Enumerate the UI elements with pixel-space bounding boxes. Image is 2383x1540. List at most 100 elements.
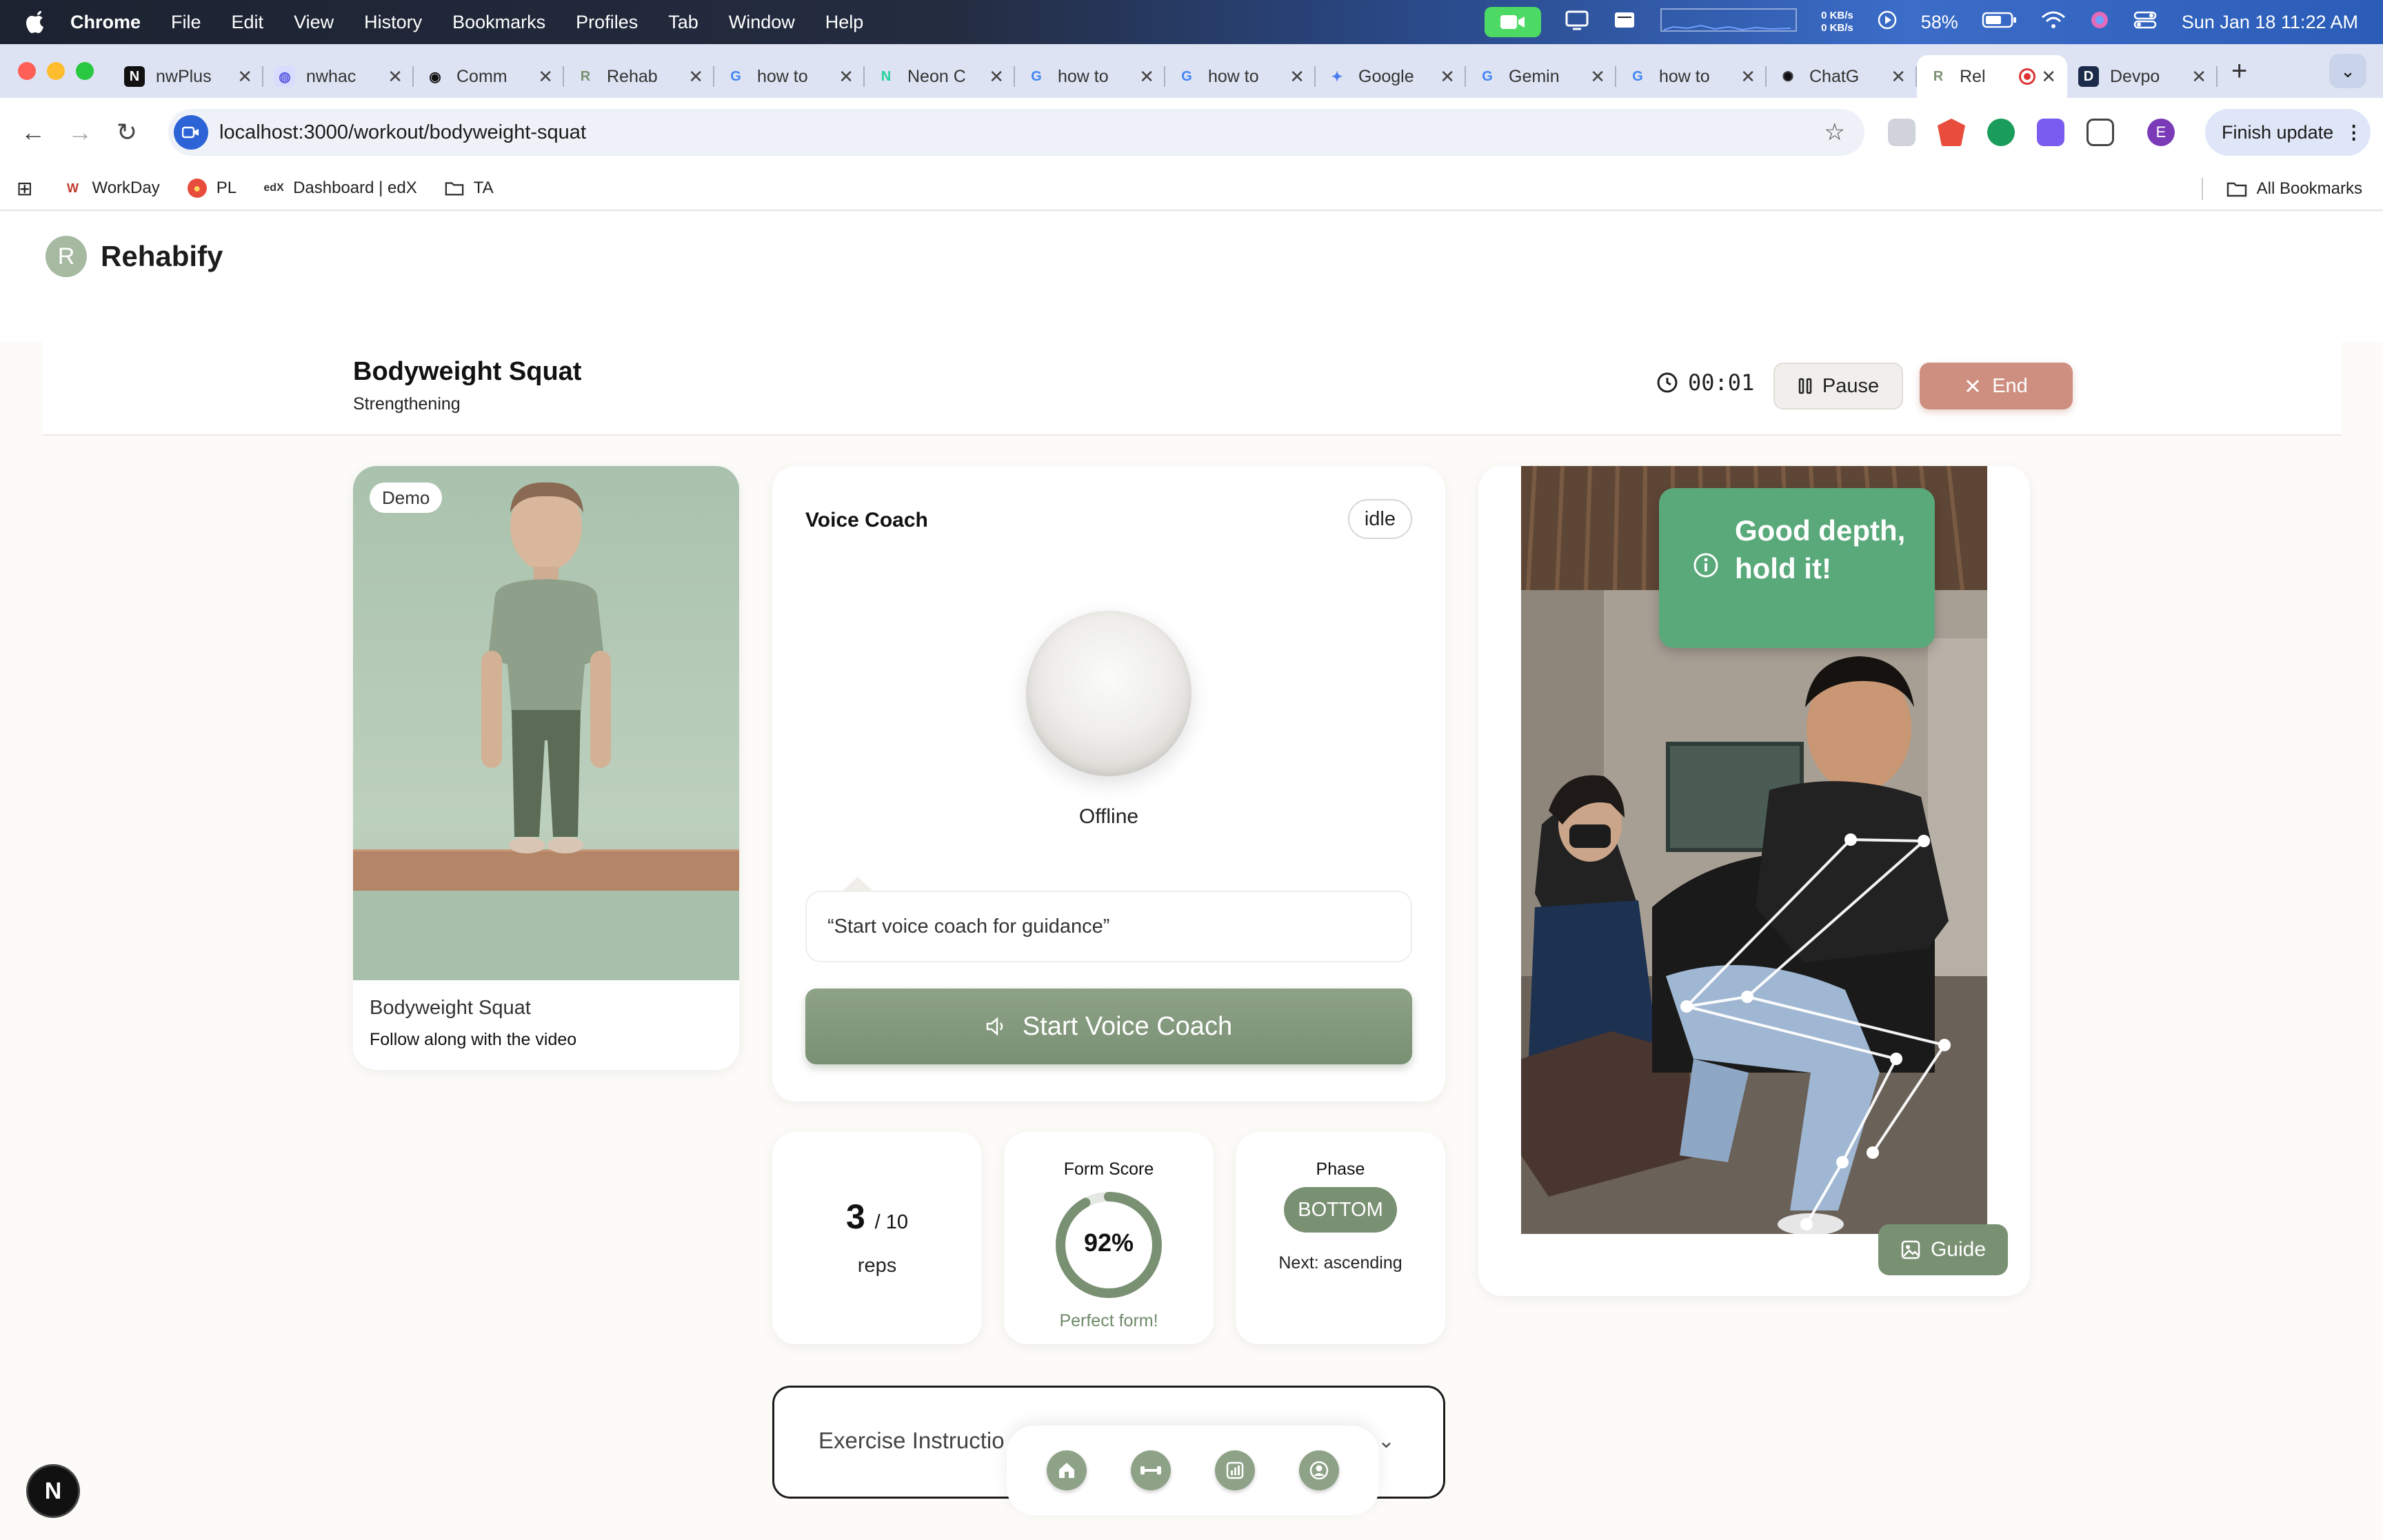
profile-icon[interactable]	[1299, 1450, 1339, 1490]
app-logo[interactable]: R Rehabify	[46, 236, 223, 277]
close-tab-icon[interactable]: ✕	[1891, 66, 1906, 88]
nextjs-dev-badge[interactable]: N	[26, 1464, 80, 1518]
profile-avatar[interactable]: E	[2147, 119, 2175, 146]
demo-video-card[interactable]: Demo Bodyweight Squat Follow along with …	[353, 466, 739, 1070]
puzzle-extensions-icon[interactable]	[2087, 119, 2114, 146]
form-score-card: Form Score 92% Perfect form!	[1004, 1132, 1214, 1344]
wifi-icon[interactable]	[2041, 10, 2066, 34]
menu-view[interactable]: View	[294, 12, 334, 33]
menu-history[interactable]: History	[364, 12, 422, 33]
close-tab-icon[interactable]: ✕	[1289, 66, 1305, 88]
menu-help[interactable]: Help	[825, 12, 864, 33]
menubar-clock[interactable]: Sun Jan 18 11:22 AM	[2182, 12, 2358, 33]
close-tab-icon[interactable]: ✕	[838, 66, 854, 88]
menu-app-name[interactable]: Chrome	[70, 12, 141, 33]
browser-tab[interactable]: Ghow to ✕	[1616, 55, 1767, 98]
close-tab-icon[interactable]: ✕	[688, 66, 703, 88]
net-down-value: 0 KB/s	[1821, 22, 1853, 34]
camera-indicator-icon[interactable]	[1485, 7, 1542, 37]
browser-tab[interactable]: N Neon C ✕	[865, 55, 1015, 98]
close-tab-icon[interactable]: ✕	[1740, 66, 1756, 88]
close-tab-icon[interactable]: ✕	[538, 66, 553, 88]
screen-mirror-icon[interactable]	[1565, 10, 1589, 35]
close-tab-icon[interactable]: ✕	[1139, 66, 1154, 88]
menu-edit[interactable]: Edit	[232, 12, 264, 33]
finish-update-button[interactable]: Finish update ⋮	[2205, 109, 2371, 156]
close-tab-icon[interactable]: ✕	[388, 66, 403, 88]
form-feedback-text: Good depth, hold it!	[1735, 514, 1906, 585]
menu-tab[interactable]: Tab	[668, 12, 698, 33]
browser-tab[interactable]: G Gemin ✕	[1466, 55, 1616, 98]
browser-tab[interactable]: ✺ ChatG ✕	[1767, 55, 1917, 98]
workout-category: Strengthening	[353, 394, 461, 414]
brave-shield-icon[interactable]	[1938, 119, 1965, 146]
browser-tab[interactable]: NnwPlus ✕	[113, 55, 263, 98]
close-tab-icon[interactable]: ✕	[2041, 66, 2056, 88]
more-menu-icon[interactable]: ⋮	[2344, 122, 2363, 143]
tab-search-icon[interactable]: ⌄	[2329, 54, 2366, 88]
control-center-icon[interactable]	[2133, 10, 2158, 34]
new-tab-button[interactable]: +	[2231, 56, 2247, 87]
menu-bookmarks[interactable]: Bookmarks	[452, 12, 545, 33]
reload-icon[interactable]: ↻	[113, 118, 141, 146]
menu-window[interactable]: Window	[729, 12, 795, 33]
end-button[interactable]: End	[1920, 363, 2073, 409]
apps-grid-icon[interactable]: ⊞	[17, 177, 32, 200]
forward-icon[interactable]: →	[66, 118, 94, 146]
voice-orb-label: Offline	[1078, 805, 1139, 828]
browser-tab[interactable]: ◍ nwhac ✕	[263, 55, 414, 98]
minimize-window-button[interactable]	[47, 62, 65, 80]
dumbbell-icon[interactable]	[1131, 1450, 1171, 1490]
pause-button[interactable]: Pause	[1773, 363, 1903, 409]
url-text[interactable]: localhost:3000/workout/bodyweight-squat	[219, 121, 586, 144]
browser-tab[interactable]: ◉ Comm ✕	[414, 55, 564, 98]
play-icon[interactable]	[1877, 10, 1898, 35]
address-bar[interactable]: localhost:3000/workout/bodyweight-squat …	[168, 109, 1864, 156]
form-score-value: 92%	[1083, 1228, 1134, 1257]
extension-p-icon[interactable]	[2037, 119, 2064, 146]
bookmark-label: WorkDay	[92, 179, 160, 197]
close-tab-icon[interactable]: ✕	[989, 66, 1004, 88]
voice-status-badge: idle	[1347, 499, 1412, 539]
menu-profiles[interactable]: Profiles	[576, 12, 638, 33]
close-tab-icon[interactable]: ✕	[2191, 66, 2206, 88]
siri-icon[interactable]	[2089, 10, 2110, 35]
bookmark-pl[interactable]: ● PL	[187, 179, 237, 198]
battery-icon[interactable]	[1982, 11, 2018, 34]
bookmark-star-icon[interactable]: ☆	[1824, 119, 1845, 146]
voice-orb[interactable]	[1026, 611, 1192, 776]
browser-tab[interactable]: Ghow to ✕	[714, 55, 865, 98]
bookmark-edx[interactable]: edX Dashboard | edX	[263, 179, 416, 198]
cpu-graph-icon[interactable]	[1660, 6, 1798, 39]
extension-icon[interactable]	[1888, 119, 1916, 146]
browser-tab[interactable]: R Rehab ✕	[564, 55, 714, 98]
browser-tab[interactable]: Ghow to ✕	[1165, 55, 1316, 98]
browser-tab[interactable]: D Devpo ✕	[2067, 55, 2218, 98]
network-speed: 0 KB/s 0 KB/s	[1821, 10, 1853, 34]
info-icon	[1693, 553, 1718, 578]
guide-button[interactable]: Guide	[1878, 1224, 2008, 1275]
bookmark-folder-ta[interactable]: TA	[445, 179, 494, 198]
clipboard-icon[interactable]	[1613, 10, 1636, 35]
close-tab-icon[interactable]: ✕	[237, 66, 252, 88]
all-bookmarks-button[interactable]: All Bookmarks	[2201, 167, 2362, 211]
close-tab-icon[interactable]: ✕	[1440, 66, 1455, 88]
browser-tab[interactable]: R Rel ✕	[1917, 55, 2067, 98]
bookmark-workday[interactable]: W WorkDay	[63, 179, 160, 198]
demo-video[interactable]: Demo	[353, 466, 739, 980]
zoom-window-button[interactable]	[76, 62, 94, 80]
grammarly-icon[interactable]	[1987, 119, 2015, 146]
chevron-down-icon[interactable]: ⌄	[1378, 1429, 1395, 1453]
apple-icon[interactable]	[25, 10, 50, 34]
browser-tab[interactable]: Ghow to ✕	[1015, 55, 1165, 98]
tab-title: nwhac	[306, 66, 356, 86]
browser-tab[interactable]: ✦ Google ✕	[1316, 55, 1466, 98]
home-icon[interactable]	[1047, 1450, 1087, 1490]
back-icon[interactable]: ←	[19, 118, 47, 146]
menu-file[interactable]: File	[171, 12, 201, 33]
close-tab-icon[interactable]: ✕	[1590, 66, 1605, 88]
camera-in-use-icon[interactable]	[174, 115, 208, 150]
start-voice-coach-button[interactable]: Start Voice Coach	[805, 989, 1412, 1064]
stats-icon[interactable]	[1215, 1450, 1255, 1490]
close-window-button[interactable]	[18, 62, 36, 80]
